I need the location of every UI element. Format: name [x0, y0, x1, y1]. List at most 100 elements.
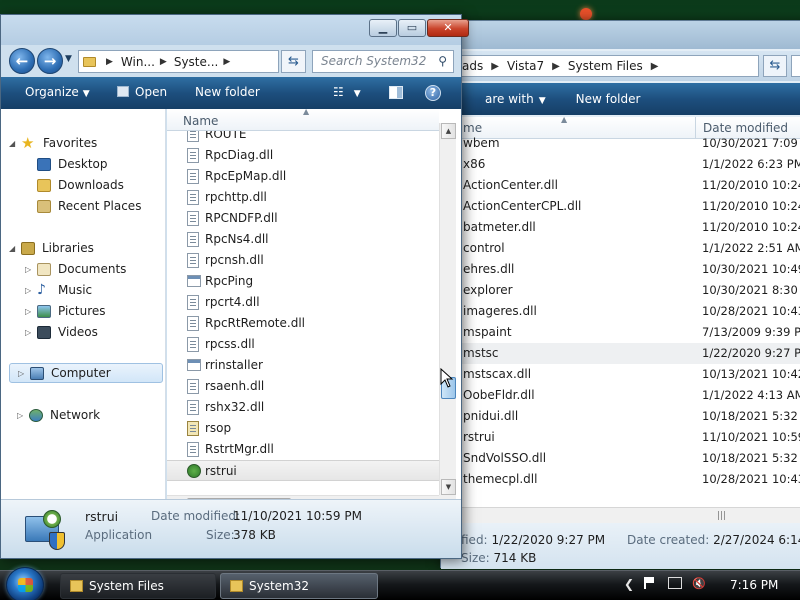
system32-titlebar[interactable]: ▁ ▭ ✕: [1, 15, 469, 45]
table-row[interactable]: batmeter.dll 11/20/2010 10:24 ...: [441, 217, 800, 238]
list-item[interactable]: rpcss.dll: [167, 334, 439, 355]
table-row[interactable]: control 1/1/2022 2:51 AM: [441, 238, 800, 259]
address-crumb[interactable]: ads: [462, 59, 483, 73]
crumb-separator-icon[interactable]: ▶: [223, 57, 230, 67]
table-row[interactable]: ActionCenter.dll 11/20/2010 10:24 ...: [441, 175, 800, 196]
list-item[interactable]: rshx32.dll: [167, 397, 439, 418]
list-item[interactable]: rsaenh.dll: [167, 376, 439, 397]
scroll-grip-icon[interactable]: |||: [717, 511, 726, 521]
list-item[interactable]: ROUTE: [167, 131, 439, 145]
maximize-button[interactable]: ▭: [398, 19, 426, 37]
system-files-window[interactable]: ads ▶ Vista7 ▶ System Files ▶ ⇆ are with…: [440, 20, 800, 569]
address-crumb[interactable]: Syste...: [174, 55, 219, 69]
address-crumb[interactable]: Vista7: [507, 59, 544, 73]
scroll-down-icon[interactable]: ▼: [441, 479, 456, 495]
list-item[interactable]: rpcrt4.dll: [167, 292, 439, 313]
list-item[interactable]: RpcEpMap.dll: [167, 166, 439, 187]
crumb-separator-icon[interactable]: ▶: [106, 57, 113, 67]
crumb-separator-icon[interactable]: ▶: [160, 57, 167, 67]
table-row[interactable]: themecpl.dll 10/28/2021 10:43 ...: [441, 469, 800, 490]
minimize-button[interactable]: ▁: [369, 19, 397, 37]
table-row[interactable]: mstscax.dll 10/13/2021 10:42 ...: [441, 364, 800, 385]
views-button[interactable]: ☷ ▼: [333, 85, 361, 99]
taskbar-button-system32[interactable]: System32: [220, 573, 378, 599]
nav-libraries[interactable]: ◢ Libraries: [9, 238, 94, 258]
table-row[interactable]: pnidui.dll 10/18/2021 5:32 PM: [441, 406, 800, 427]
network-tray-icon[interactable]: [668, 577, 682, 589]
recent-pages-dropdown-icon[interactable]: ▼: [65, 54, 72, 64]
expand-arrow-icon[interactable]: ◢: [9, 139, 21, 148]
taskbar-clock[interactable]: 7:16 PM: [730, 578, 778, 592]
forward-button[interactable]: →: [37, 48, 63, 74]
collapse-arrow-icon[interactable]: ▷: [18, 369, 30, 378]
refresh-icon[interactable]: ⇆: [281, 50, 306, 73]
list-item[interactable]: RpcPing: [167, 271, 439, 292]
list-item[interactable]: rstrui: [167, 460, 439, 481]
refresh-icon[interactable]: ⇆: [763, 55, 787, 77]
list-item[interactable]: rsop: [167, 418, 439, 439]
table-row[interactable]: SndVolSSO.dll 10/18/2021 5:32 PM: [441, 448, 800, 469]
collapse-arrow-icon[interactable]: ▷: [25, 286, 37, 295]
table-row[interactable]: rstrui 11/10/2021 10:59 ...: [441, 427, 800, 448]
list-item[interactable]: RstrtMgr.dll: [167, 439, 439, 460]
nav-pictures[interactable]: ▷ Pictures: [25, 301, 106, 321]
address-crumb[interactable]: Win...: [121, 55, 155, 69]
list-item[interactable]: RpcRtRemote.dll: [167, 313, 439, 334]
nav-recent-places[interactable]: Recent Places: [37, 196, 141, 216]
back-button[interactable]: ←: [9, 48, 35, 74]
new-folder-button[interactable]: New folder: [195, 85, 260, 99]
nav-videos[interactable]: ▷ Videos: [25, 322, 98, 342]
new-folder-button[interactable]: New folder: [576, 92, 641, 106]
open-button[interactable]: Open: [117, 85, 167, 99]
table-row[interactable]: ehres.dll 10/30/2021 10:49 ...: [441, 259, 800, 280]
search-input[interactable]: Search System32 ⚲: [312, 50, 454, 73]
organize-button[interactable]: Organize ▼: [25, 85, 90, 99]
list-item[interactable]: RpcDiag.dll: [167, 145, 439, 166]
horizontal-scrollbar[interactable]: |||: [441, 507, 800, 523]
address-crumb[interactable]: System Files: [568, 59, 643, 73]
nav-downloads[interactable]: Downloads: [37, 175, 124, 195]
nav-computer[interactable]: ▷ Computer: [9, 363, 163, 383]
table-row[interactable]: imageres.dll 10/28/2021 10:43 ...: [441, 301, 800, 322]
system-files-titlebar[interactable]: [441, 21, 800, 49]
taskbar-button-system-files[interactable]: System Files: [60, 573, 216, 599]
volume-muted-icon[interactable]: 🔇: [692, 577, 706, 590]
start-button[interactable]: [6, 567, 44, 600]
expand-arrow-icon[interactable]: ◢: [9, 244, 21, 253]
help-icon[interactable]: ?: [425, 85, 441, 101]
nav-documents[interactable]: ▷ Documents: [25, 259, 126, 279]
close-button[interactable]: ✕: [427, 19, 469, 37]
crumb-separator-icon[interactable]: ▶: [491, 61, 499, 72]
list-item[interactable]: RpcNs4.dll: [167, 229, 439, 250]
table-row[interactable]: mspaint 7/13/2009 9:39 PM: [441, 322, 800, 343]
scroll-up-icon[interactable]: ▲: [441, 123, 456, 139]
preview-pane-icon[interactable]: [389, 86, 403, 99]
collapse-arrow-icon[interactable]: ▷: [25, 307, 37, 316]
system-files-search-input[interactable]: [791, 55, 800, 77]
list-item[interactable]: rrinstaller: [167, 355, 439, 376]
system-files-address-bar[interactable]: ads ▶ Vista7 ▶ System Files ▶: [447, 55, 759, 77]
column-header-name[interactable]: Name: [183, 114, 218, 128]
action-center-flag-icon[interactable]: [644, 577, 656, 589]
search-icon[interactable]: ⚲: [438, 54, 447, 68]
crumb-separator-icon[interactable]: ▶: [651, 61, 659, 72]
list-item[interactable]: rpchttp.dll: [167, 187, 439, 208]
address-bar[interactable]: ▶ Win... ▶ Syste... ▶: [78, 50, 279, 73]
collapse-arrow-icon[interactable]: ▷: [25, 328, 37, 337]
nav-favorites[interactable]: ◢ ★ Favorites: [9, 133, 97, 153]
table-row[interactable]: OobeFldr.dll 1/1/2022 4:13 AM: [441, 385, 800, 406]
table-row[interactable]: ActionCenterCPL.dll 11/20/2010 10:24 ...: [441, 196, 800, 217]
table-row[interactable]: explorer 10/30/2021 8:30 PM: [441, 280, 800, 301]
nav-desktop[interactable]: Desktop: [37, 154, 108, 174]
table-row[interactable]: x86 1/1/2022 6:23 PM: [441, 154, 800, 175]
share-with-button[interactable]: are with ▼: [463, 92, 546, 106]
table-row[interactable]: mstsc 1/22/2020 9:27 PM: [441, 343, 800, 364]
system32-window[interactable]: ▁ ▭ ✕ ← → ▼ ▶ Win... ▶ Syste... ▶ ⇆ Sear…: [0, 14, 469, 559]
list-item[interactable]: rpcnsh.dll: [167, 250, 439, 271]
nav-network[interactable]: ▷ Network: [17, 405, 100, 425]
collapse-arrow-icon[interactable]: ▷: [25, 265, 37, 274]
crumb-separator-icon[interactable]: ▶: [552, 61, 560, 72]
vertical-scrollbar[interactable]: ▲ ▼: [439, 123, 456, 495]
collapse-arrow-icon[interactable]: ▷: [17, 411, 29, 420]
nav-music[interactable]: ▷ ♪ Music: [25, 280, 92, 300]
